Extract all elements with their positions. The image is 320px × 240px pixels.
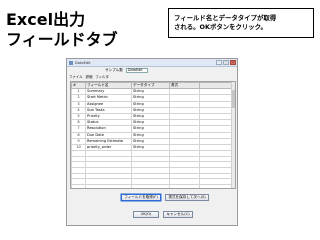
sample-input[interactable]: DataEdit: [125, 68, 148, 73]
callout-text-line-2: される。OKボタンをクリック。: [174, 23, 267, 31]
save-format-button[interactable]: 書式を保存して次へ(S): [165, 194, 209, 201]
sample-label: サンプル数: [105, 68, 123, 72]
minimize-icon[interactable]: –: [216, 60, 222, 65]
menu-item-filter[interactable]: フィルタ: [95, 75, 109, 80]
get-fields-button[interactable]: フィールドを取得(F): [121, 194, 161, 201]
app-icon: [69, 61, 73, 65]
dialog-menu: ファイル 詳細 フィルタ: [69, 75, 109, 80]
sample-row: サンプル数 DataEdit: [105, 68, 148, 73]
field-dialog: DataEdit – □ × サンプル数 DataEdit ファイル 詳細 フィ…: [66, 58, 238, 226]
dialog-titlebar[interactable]: DataEdit – □ ×: [67, 59, 237, 67]
close-icon[interactable]: ×: [230, 60, 236, 65]
scrollbar-thumb[interactable]: [232, 90, 235, 108]
menu-item-file[interactable]: ファイル: [69, 75, 83, 80]
menu-item-detail[interactable]: 詳細: [86, 75, 93, 80]
slide-title-line-2: フィールドタブ: [6, 30, 118, 49]
window-controls: – □ ×: [216, 60, 236, 65]
dialog-title: DataEdit: [75, 61, 91, 65]
slide-title-line-1: Excel出力: [6, 10, 86, 29]
table-row-empty: [71, 183, 235, 188]
cancel-button[interactable]: キャンセル(C): [163, 211, 193, 218]
vertical-scrollbar[interactable]: [231, 82, 235, 188]
maximize-icon[interactable]: □: [223, 60, 229, 65]
field-table: # フィールド名 データタイプ 書式 1 Summary String 2 Start…: [70, 81, 236, 189]
instruction-callout: フィールド名とデータタイプが取得 される。OKボタンをクリック。: [168, 8, 314, 38]
slide-title: Excel出力 フィールドタブ: [6, 10, 118, 50]
callout-text-line-1: フィールド名とデータタイプが取得: [174, 14, 277, 22]
ok-button[interactable]: OK(O): [133, 211, 159, 218]
